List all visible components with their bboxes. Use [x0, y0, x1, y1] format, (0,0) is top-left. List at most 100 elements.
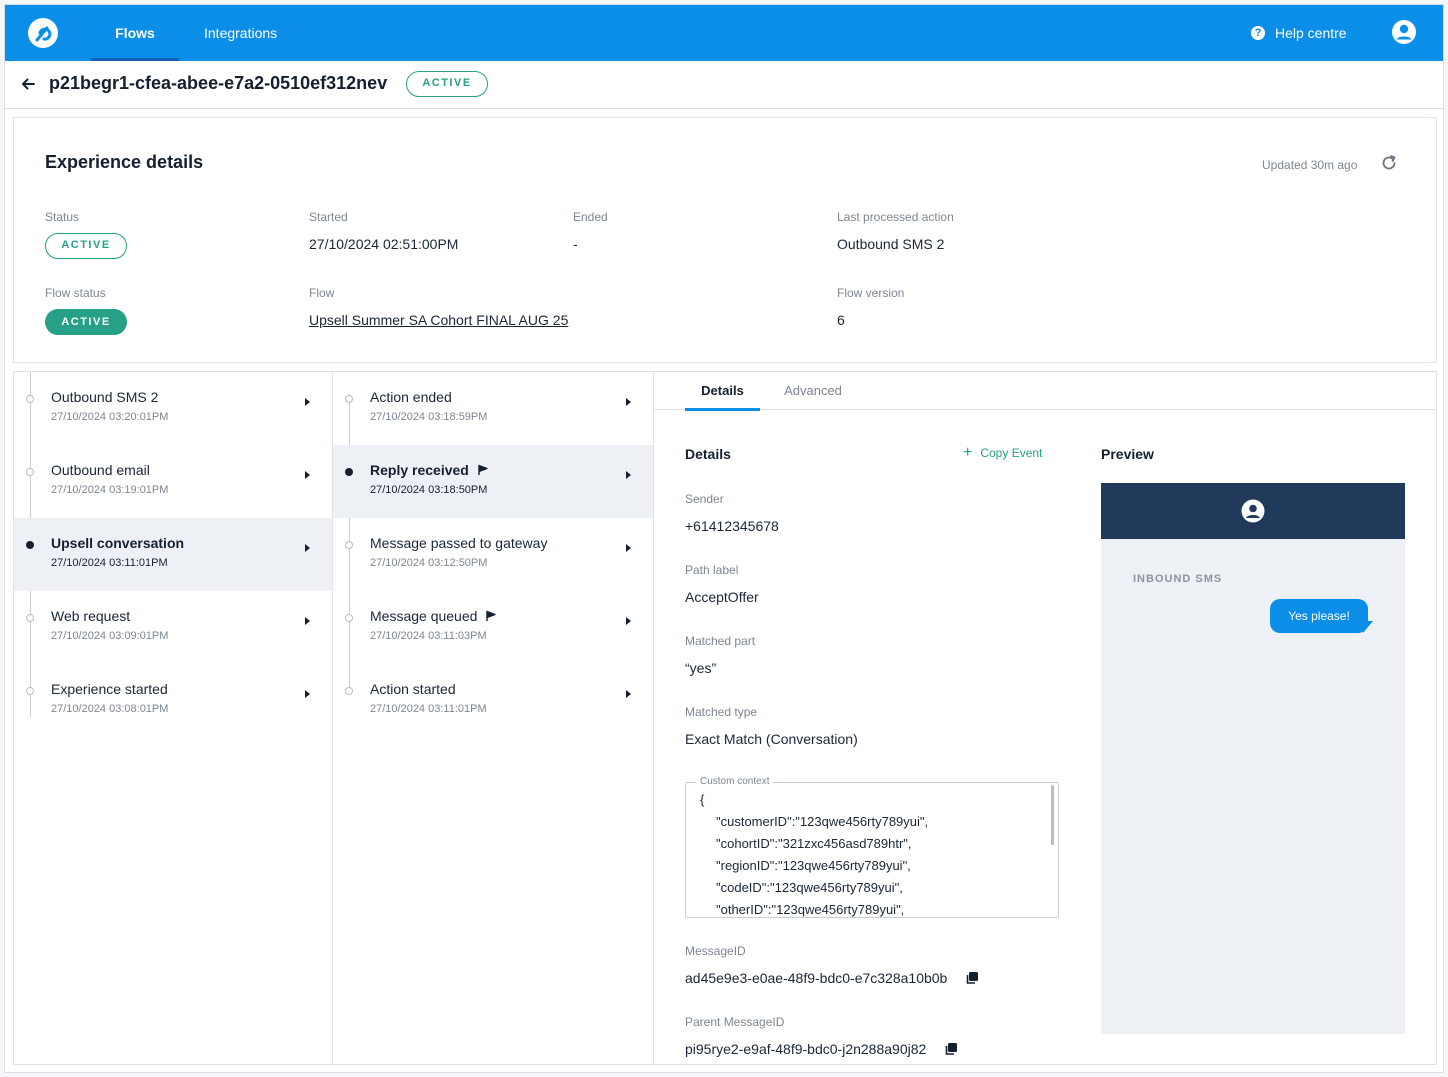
message-id-row: ad45e9e3-e0ae-48f9-bdc0-e7c328a10b0b	[685, 970, 979, 986]
event-time: 27/10/2024 03:18:50PM	[370, 484, 488, 496]
chevron-right-icon	[305, 617, 310, 625]
top-nav: Flows Integrations ? Help centre	[5, 5, 1443, 61]
timeline-dot	[345, 395, 353, 403]
flag-icon	[478, 464, 488, 475]
status-label: Status	[45, 210, 80, 224]
logo-icon[interactable]	[27, 17, 59, 49]
flow-status-label: Flow status	[45, 286, 106, 300]
copy-icon[interactable]	[944, 1042, 958, 1056]
chevron-right-icon	[626, 398, 631, 406]
event-item-action-ended[interactable]: Action ended 27/10/2024 03:18:59PM	[333, 372, 653, 445]
last-action-label: Last processed action	[837, 210, 954, 224]
action-title: Web request	[51, 608, 131, 624]
event-title: Message passed to gateway	[370, 535, 547, 551]
path-label-value: AcceptOffer	[685, 589, 759, 605]
event-title-text: Action ended	[370, 389, 452, 405]
ended-label: Ended	[573, 210, 608, 224]
tab-details[interactable]: Details	[685, 372, 760, 411]
help-centre-link[interactable]: ? Help centre	[1251, 5, 1347, 61]
chevron-right-icon	[626, 690, 631, 698]
action-item-outbound-sms-2[interactable]: Outbound SMS 2 27/10/2024 03:20:01PM	[14, 372, 332, 445]
actions-timeline-panel: Outbound SMS 2 27/10/2024 03:20:01PM Out…	[13, 371, 333, 1065]
event-time: 27/10/2024 03:11:01PM	[370, 703, 487, 715]
nav-tab-flows[interactable]: Flows	[91, 5, 179, 61]
event-title-text: Action started	[370, 681, 456, 697]
action-time: 27/10/2024 03:08:01PM	[51, 703, 169, 715]
flow-link[interactable]: Upsell Summer SA Cohort FINAL AUG 25	[309, 312, 568, 328]
sender-value: +61412345678	[685, 518, 779, 534]
channel-label: INBOUND SMS	[1133, 573, 1223, 585]
timeline-dot-selected	[345, 468, 353, 476]
last-action-value: Outbound SMS 2	[837, 236, 945, 252]
event-time: 27/10/2024 03:12:50PM	[370, 557, 488, 569]
context-line: {	[700, 792, 705, 807]
context-line: "customerID":"123qwe456rty789yui",	[716, 814, 929, 829]
action-item-outbound-email[interactable]: Outbound email 27/10/2024 03:19:01PM	[14, 445, 332, 518]
flow-version-label: Flow version	[837, 286, 905, 300]
event-item-reply-received[interactable]: Reply received 27/10/2024 03:18:50PM	[333, 445, 653, 518]
preview-header	[1101, 483, 1405, 539]
action-title: Experience started	[51, 681, 168, 697]
matched-type-value: Exact Match (Conversation)	[685, 731, 858, 747]
user-avatar-icon[interactable]	[1391, 19, 1417, 45]
context-line: "regionID":"123qwe456rty789yui",	[716, 858, 911, 873]
event-details-panel: Details Advanced Details + Copy Event Se…	[653, 371, 1437, 1065]
message-id-value: ad45e9e3-e0ae-48f9-bdc0-e7c328a10b0b	[685, 970, 948, 986]
event-item-action-started[interactable]: Action started 27/10/2024 03:11:01PM	[333, 664, 653, 737]
page-header: p21begr1-cfea-abee-e7a2-0510ef312nev ACT…	[5, 61, 1443, 109]
event-title: Message queued	[370, 608, 497, 624]
page-title: p21begr1-cfea-abee-e7a2-0510ef312nev	[49, 73, 388, 93]
help-icon: ?	[1251, 26, 1265, 40]
timeline-dot	[26, 687, 34, 695]
user-avatar-icon	[1241, 499, 1265, 523]
action-item-upsell-conversation[interactable]: Upsell conversation 27/10/2024 03:11:01P…	[14, 518, 332, 591]
tab-advanced[interactable]: Advanced	[778, 372, 848, 410]
matched-part-value: “yes”	[685, 660, 717, 676]
message-id-label: MessageID	[685, 944, 746, 958]
flow-version-value: 6	[837, 312, 845, 328]
chevron-right-icon	[305, 544, 310, 552]
action-title: Outbound SMS 2	[51, 389, 159, 405]
experience-details-card: Experience details Updated 30m ago Statu…	[13, 117, 1437, 363]
event-title-text: Reply received	[370, 462, 469, 478]
started-label: Started	[309, 210, 348, 224]
event-item-message-passed[interactable]: Message passed to gateway 27/10/2024 03:…	[333, 518, 653, 591]
action-item-experience-started[interactable]: Experience started 27/10/2024 03:08:01PM	[14, 664, 332, 737]
app-window: Flows Integrations ? Help centre p21begr…	[4, 4, 1444, 1073]
refresh-icon[interactable]	[1380, 154, 1398, 172]
updated-timestamp: Updated 30m ago	[1262, 158, 1358, 172]
action-item-web-request[interactable]: Web request 27/10/2024 03:09:01PM	[14, 591, 332, 664]
timeline-dot-selected	[26, 541, 34, 549]
event-title-text: Message queued	[370, 608, 478, 624]
flag-icon	[486, 610, 497, 621]
copy-event-button[interactable]: + Copy Event	[963, 445, 1042, 461]
parent-message-id-label: Parent MessageID	[685, 1015, 785, 1029]
timeline-dot	[26, 395, 34, 403]
timeline-dot	[345, 614, 353, 622]
chevron-right-icon	[305, 398, 310, 406]
event-title: Action started	[370, 681, 456, 697]
timeline-dot	[345, 687, 353, 695]
flow-label: Flow	[309, 286, 335, 300]
status-value-badge: ACTIVE	[45, 233, 127, 259]
ended-value: -	[573, 236, 578, 252]
custom-context-label: Custom context	[696, 776, 774, 787]
sender-label: Sender	[685, 492, 724, 506]
event-title: Reply received	[370, 462, 489, 478]
timeline-dot	[26, 614, 34, 622]
custom-context-content: { "customerID":"123qwe456rty789yui", "co…	[700, 789, 1046, 917]
timeline-dot	[345, 541, 353, 549]
event-item-message-queued[interactable]: Message queued 27/10/2024 03:11:03PM	[333, 591, 653, 664]
custom-context-field[interactable]: Custom context { "customerID":"123qwe456…	[685, 776, 1059, 918]
back-arrow-icon[interactable]	[19, 75, 37, 93]
nav-tab-integrations[interactable]: Integrations	[204, 5, 277, 61]
matched-type-label: Matched type	[685, 705, 758, 719]
chevron-right-icon	[626, 471, 631, 479]
action-title: Outbound email	[51, 462, 150, 478]
scrollbar[interactable]	[1051, 785, 1054, 845]
context-line: "codeID":"123qwe456rty789yui",	[716, 880, 903, 895]
events-timeline-panel: Action ended 27/10/2024 03:18:59PM Reply…	[332, 371, 654, 1065]
parent-message-id-value: pi95rye2-e9af-48f9-bdc0-j2n288a90j82	[685, 1041, 927, 1057]
copy-icon[interactable]	[965, 971, 979, 985]
help-centre-label: Help centre	[1275, 25, 1347, 41]
